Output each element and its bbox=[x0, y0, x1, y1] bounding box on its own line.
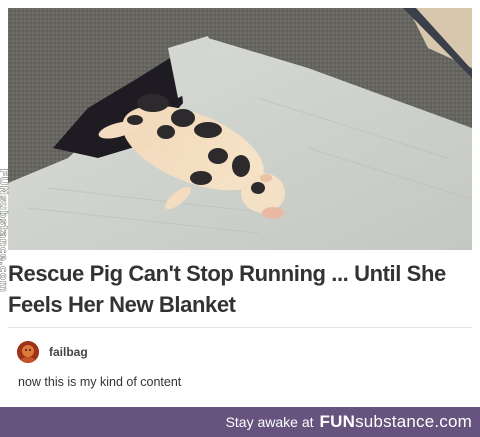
post-photo[interactable] bbox=[8, 8, 472, 250]
username-link[interactable]: failbag bbox=[49, 345, 88, 359]
footer-tagline: Stay awake at bbox=[225, 414, 314, 430]
divider bbox=[8, 327, 472, 328]
logo-bold: FUN bbox=[319, 412, 356, 431]
post-headline[interactable]: Rescue Pig Can't Stop Running ... Until … bbox=[8, 258, 472, 320]
logo-rest: substance.com bbox=[355, 412, 472, 431]
post-author: failbag bbox=[17, 341, 88, 363]
comment-text: now this is my kind of content bbox=[18, 375, 182, 389]
pig-on-blanket-image bbox=[8, 8, 472, 250]
avatar-icon[interactable] bbox=[17, 341, 39, 363]
footer-banner: Stay awake at FUNsubstance.com bbox=[0, 407, 480, 437]
funsubstance-logo[interactable]: FUNsubstance.com bbox=[320, 412, 472, 432]
